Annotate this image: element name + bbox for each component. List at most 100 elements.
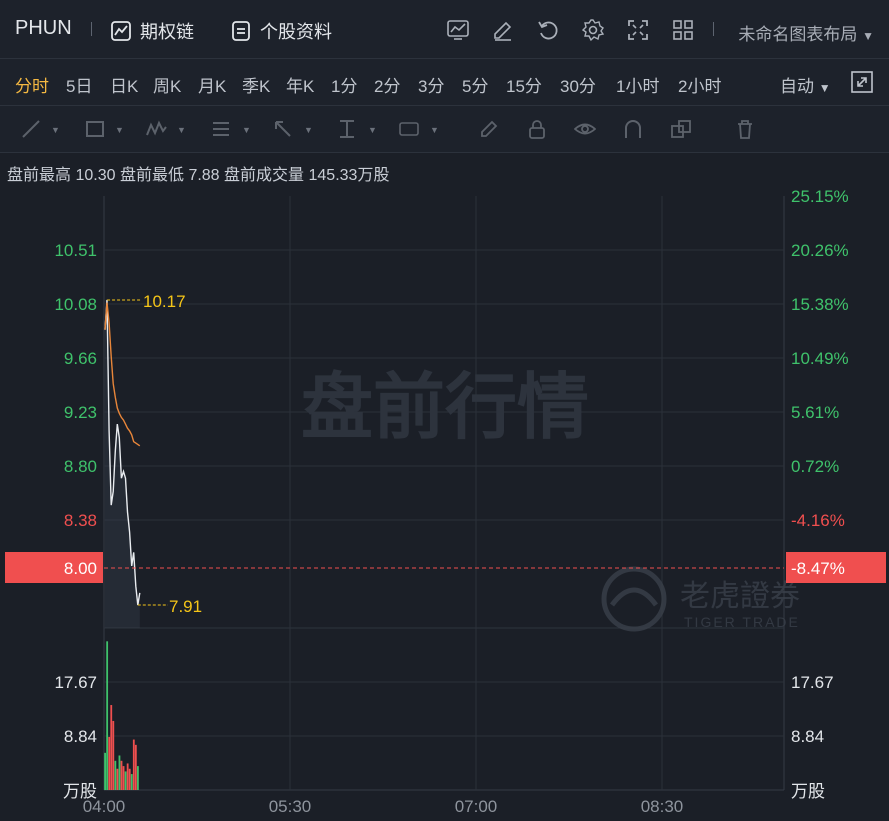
divider [91,22,92,36]
caret-down-icon: ▼ [177,125,186,135]
volume-bar [126,763,129,790]
settings-icon[interactable] [581,18,605,42]
period-tab[interactable]: 季K [242,72,270,97]
layers-icon[interactable] [670,118,692,140]
options-chain-button[interactable]: 期权链 [110,18,194,44]
volume-bar [106,641,109,790]
period-tab[interactable]: 30分 [560,72,596,97]
period-tab[interactable]: 15分 [506,72,542,97]
time-tick-label: 04:00 [83,797,126,816]
period-tab[interactable]: 3分 [418,72,444,97]
current-price-label: 8.00 [64,559,97,578]
period-tab[interactable]: 1分 [331,72,357,97]
volume-tick-label-right: 8.84 [791,727,824,746]
caret-down-icon: ▼ [51,125,60,135]
period-tab[interactable]: 2小时 [678,72,721,97]
text-label-icon[interactable] [398,118,420,140]
period-tab[interactable]: 2分 [374,72,400,97]
volume-bar [108,736,111,790]
period-tab[interactable]: 年K [286,72,314,97]
tiger-trade-logo: 老虎證券 TIGER TRADE [601,566,800,632]
trend-line-icon[interactable] [20,118,42,140]
options-chain-label: 期权链 [140,22,194,42]
caret-down-icon: ▼ [862,29,874,43]
percent-tick-label: 0.72% [791,457,839,476]
ticker-symbol[interactable]: PHUN [15,17,72,40]
volume-bar [116,768,119,790]
price-tick-label: 9.23 [64,403,97,422]
grid-layout-icon[interactable] [671,18,695,42]
intraday-chart[interactable]: 盘前行情 老虎證券 TIGER TRADE 10.17 7.91 10.51 10.… [0,180,889,821]
auto-select[interactable]: 自动 ▼ [780,72,831,97]
percent-tick-label: -4.16% [791,511,845,530]
price-tick-label: 8.80 [64,457,97,476]
fibonacci-icon[interactable] [210,118,232,140]
options-chain-icon [110,20,132,42]
volume-bar [120,760,123,790]
volume-bar [124,771,127,790]
volume-bar [132,739,135,790]
price-tick-label: 8.38 [64,511,97,530]
period-bar: 分时 5日 日K 周K 月K 季K 年K 1分 2分 3分 5分 15分 30分… [0,59,889,106]
divider [713,22,714,36]
volume-bar [130,774,133,790]
arrow-icon[interactable] [272,118,294,140]
chart-indicator-icon[interactable] [446,18,470,42]
volume-bar [122,766,125,790]
period-tab[interactable]: 1小时 [616,72,659,97]
price-tick-label: 10.51 [54,241,97,260]
volume-bar [110,705,113,790]
time-tick-label: 05:30 [269,797,312,816]
period-tab[interactable]: 5分 [462,72,488,97]
chart-grid [103,196,785,791]
magnet-icon[interactable] [622,118,644,140]
period-tab[interactable]: 5日 [66,72,92,97]
percent-tick-label: 25.15% [791,187,849,206]
caret-down-icon: ▼ [818,81,831,95]
layout-name: 未命名图表布局 [738,25,858,44]
volume-unit-right: 万股 [791,782,825,801]
period-tab[interactable]: 日K [110,72,138,97]
lock-icon[interactable] [526,118,548,140]
fullscreen-icon[interactable] [626,18,650,42]
volume-bar [118,755,121,790]
caret-down-icon: ▼ [430,125,439,135]
percent-tick-label: 10.49% [791,349,849,368]
stock-profile-label: 个股资料 [260,22,332,42]
drawing-toolbar: ▼ ▼ ▼ ▼ ▼ ▼ ▼ [0,106,889,153]
stock-profile-button[interactable]: 个股资料 [230,18,332,44]
period-tab[interactable]: 月K [198,72,226,97]
measure-icon[interactable] [336,118,358,140]
volume-bar [114,760,117,790]
price-tick-label: 10.08 [54,295,97,314]
undo-icon[interactable] [536,18,560,42]
volume-tick-label-left: 8.84 [64,727,97,746]
document-icon [230,20,252,42]
caret-down-icon: ▼ [304,125,313,135]
auto-label: 自动 [780,77,814,96]
period-tab[interactable]: 分时 [15,72,49,97]
caret-down-icon: ▼ [368,125,377,135]
rectangle-icon[interactable] [84,118,106,140]
average-price-line [104,302,141,447]
expand-icon[interactable] [850,70,874,94]
period-tab[interactable]: 周K [153,72,181,97]
high-marker-label: 10.17 [143,292,186,311]
low-marker-label: 7.91 [169,597,202,616]
brand-en: TIGER TRADE [684,614,800,630]
trash-icon[interactable] [734,118,756,140]
watermark-text: 盘前行情 [301,365,589,449]
volume-bar [137,766,139,790]
edit-icon[interactable] [491,18,515,42]
eye-icon[interactable] [573,118,597,140]
volume-tick-label-right: 17.67 [791,673,834,692]
layout-selector[interactable]: 未命名图表布局 ▼ [738,20,874,45]
caret-down-icon: ▼ [115,125,124,135]
time-tick-label: 08:30 [641,797,684,816]
percent-tick-label: 20.26% [791,241,849,260]
caret-down-icon: ▼ [242,125,251,135]
pen-icon[interactable] [478,118,500,140]
volume-bars [104,641,139,790]
percent-tick-label: 5.61% [791,403,839,422]
wave-pattern-icon[interactable] [145,118,167,140]
